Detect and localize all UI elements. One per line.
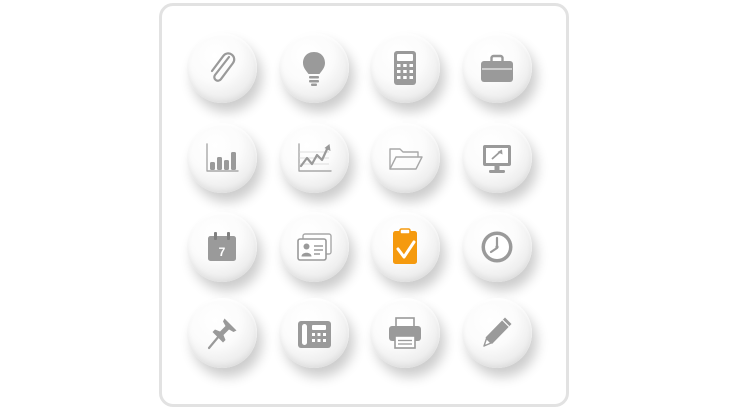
- line-chart-button[interactable]: [279, 123, 349, 193]
- pushpin-icon: [207, 318, 237, 350]
- pushpin-button[interactable]: [187, 298, 257, 368]
- printer-button[interactable]: [370, 298, 440, 368]
- contact-cards-button[interactable]: [279, 212, 349, 282]
- briefcase-button[interactable]: [462, 33, 532, 103]
- monitor-icon: [483, 145, 511, 173]
- bar-chart-button[interactable]: [187, 123, 257, 193]
- calculator-icon: [394, 51, 416, 85]
- calculator-button[interactable]: [370, 33, 440, 103]
- pencil-button[interactable]: [462, 298, 532, 368]
- fax-phone-button[interactable]: [279, 298, 349, 368]
- clock-button[interactable]: [462, 212, 532, 282]
- monitor-button[interactable]: [462, 123, 532, 193]
- calendar-day: 7: [219, 245, 226, 259]
- clock-icon: [481, 231, 513, 263]
- bar-chart-icon: [206, 143, 239, 172]
- folder-button[interactable]: [370, 123, 440, 193]
- contact-cards-icon: [297, 233, 332, 261]
- lightbulb-button[interactable]: [279, 33, 349, 103]
- paperclip-icon: [210, 52, 236, 82]
- checklist-button[interactable]: [370, 212, 440, 282]
- calendar-icon: 7: [208, 232, 236, 261]
- calendar-button[interactable]: 7: [187, 212, 257, 282]
- briefcase-icon: [481, 54, 513, 82]
- line-chart-icon: [298, 143, 332, 172]
- folder-icon: [389, 148, 423, 170]
- lightbulb-icon: [303, 52, 325, 86]
- pencil-icon: [483, 317, 512, 347]
- paperclip-button[interactable]: [187, 33, 257, 103]
- printer-icon: [389, 317, 421, 349]
- fax-phone-icon: [298, 321, 331, 348]
- checklist-icon: [393, 228, 417, 264]
